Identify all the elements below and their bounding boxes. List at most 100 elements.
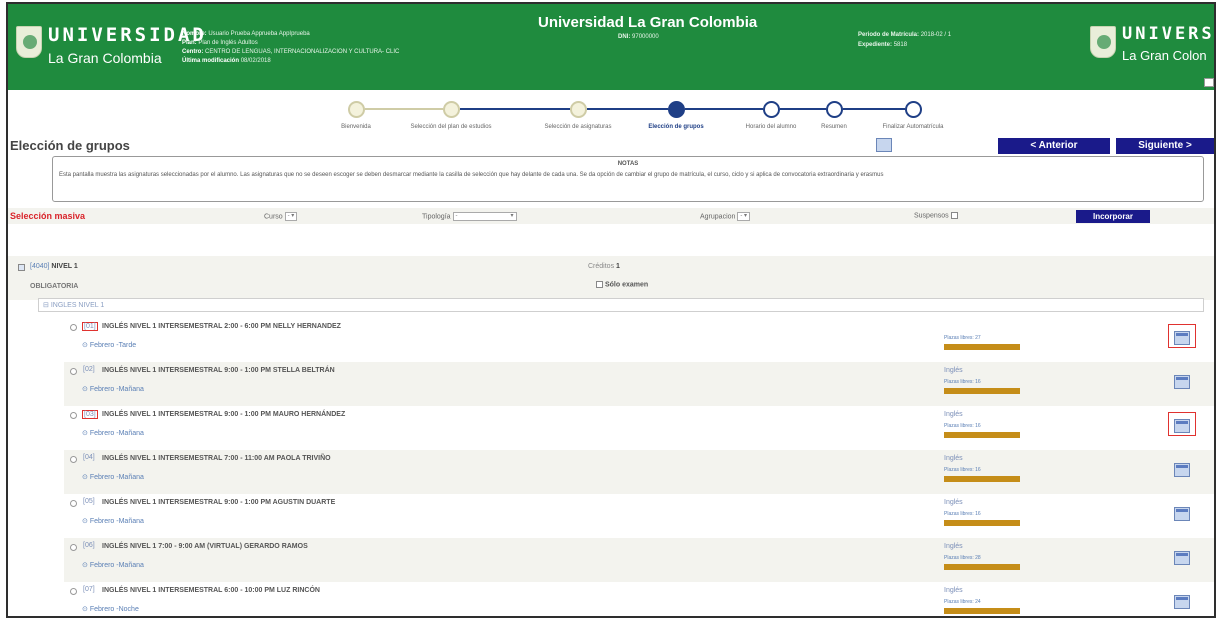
logo-subtitle-right: La Gran Colon <box>1122 48 1207 63</box>
curso-filter: Curso - ▾ <box>264 212 298 221</box>
calendar-icon[interactable] <box>876 138 892 152</box>
mass-selection-bar: Selección masiva Curso - ▾ Tipología - ▾… <box>8 208 1214 224</box>
group-term: ⊙ Febrero -Mañana <box>82 518 144 525</box>
schedule-calendar-icon[interactable] <box>1174 331 1190 345</box>
group-radio[interactable] <box>70 588 77 595</box>
group-name: INGLÉS NIVEL 1 INTERSEMESTRAL 6:00 - 10:… <box>102 587 320 594</box>
schedule-calendar-icon[interactable] <box>1174 463 1190 477</box>
group-language: Inglés <box>944 455 963 462</box>
logo-wordmark-right: UNIVERSID <box>1122 24 1215 44</box>
occupancy-bar <box>944 564 1020 570</box>
step-label[interactable]: Selección de asignaturas <box>544 124 611 130</box>
group-term: ⊙ Febrero -Mañana <box>82 474 144 481</box>
group-radio[interactable] <box>70 456 77 463</box>
tipologia-select[interactable]: - ▾ <box>452 212 517 221</box>
group-radio[interactable] <box>70 368 77 375</box>
step-connector <box>460 108 570 110</box>
schedule-calendar-icon[interactable] <box>1174 507 1190 521</box>
logout-icon[interactable] <box>1204 78 1214 87</box>
group-radio[interactable] <box>70 544 77 551</box>
group-list: [01] INGLÉS NIVEL 1 INTERSEMESTRAL 2:00 -… <box>64 318 1214 616</box>
group-radio[interactable] <box>70 324 77 331</box>
agrupacion-select[interactable]: - ▾ <box>737 212 751 221</box>
step-connector <box>780 108 826 110</box>
student-info: Nombre: Usuario Prueba Apprueba AppIprue… <box>182 31 400 64</box>
group-code: [05] <box>83 498 95 505</box>
group-free-places: Plazas libres: 24 <box>944 599 981 605</box>
group-free-places: Plazas libres: 16 <box>944 379 981 385</box>
step-marker[interactable] <box>668 101 685 118</box>
last-modified: 08/02/2018 <box>240 58 271 64</box>
crest-icon <box>16 26 42 58</box>
exam-only-checkbox[interactable] <box>596 281 603 288</box>
step-connector <box>365 108 443 110</box>
exam-only-option: Sólo examen <box>596 281 648 288</box>
notes-text: Esta pantalla muestra las asignaturas se… <box>59 172 884 178</box>
next-button[interactable]: Siguiente > <box>1116 138 1214 154</box>
step-marker[interactable] <box>905 101 922 118</box>
logo-subtitle: La Gran Colombia <box>48 50 162 66</box>
step-marker[interactable] <box>443 101 460 118</box>
enrollment-period: 2018-02 / 1 <box>920 32 952 38</box>
step-marker[interactable] <box>763 101 780 118</box>
group-row: [03] INGLÉS NIVEL 1 INTERSEMESTRAL 9:00 -… <box>64 406 1214 450</box>
group-code: [07] <box>83 586 95 593</box>
step-label[interactable]: Bienvenida <box>341 124 371 130</box>
group-free-places: Plazas libres: 16 <box>944 423 981 429</box>
subject-label: ⊟ INGLES NIVEL 1 <box>43 302 105 309</box>
group-language: Inglés <box>944 587 963 594</box>
level-type: OBLIGATORIA <box>30 283 79 290</box>
student-plan: Plan de Inglés Adultos <box>198 40 258 46</box>
group-name: INGLÉS NIVEL 1 7:00 - 9:00 AM (VIRTUAL) … <box>102 543 308 550</box>
step-marker[interactable] <box>570 101 587 118</box>
incorporar-button[interactable]: Incorporar <box>1076 210 1150 223</box>
step-marker[interactable] <box>348 101 365 118</box>
tipologia-filter: Tipología - ▾ <box>422 212 517 221</box>
step-label[interactable]: Resumen <box>821 124 847 130</box>
step-connector <box>587 108 668 110</box>
group-term: ⊙ Febrero -Mañana <box>82 386 144 393</box>
subject-header: ⊟ INGLES NIVEL 1 <box>38 298 1204 312</box>
app-frame: UNIVERSIDAD La Gran Colombia Nombre: Usu… <box>6 2 1216 618</box>
step-label[interactable]: Finalizar Automatrícula <box>882 124 943 130</box>
group-code: [03] <box>82 410 98 419</box>
header: UNIVERSIDAD La Gran Colombia Nombre: Usu… <box>8 4 1214 90</box>
group-free-places: Plazas libres: 16 <box>944 511 981 517</box>
step-marker[interactable] <box>826 101 843 118</box>
group-term: ⊙ Febrero -Noche <box>82 606 139 613</box>
group-code: [04] <box>83 454 95 461</box>
group-free-places: Plazas libres: 27 <box>944 335 981 341</box>
level-checkbox[interactable] <box>18 264 25 271</box>
group-language: Inglés <box>944 543 963 550</box>
mass-selection-label: Selección masiva <box>10 211 86 221</box>
wizard-steps: Bienvenida Selección del plan de estudios… <box>308 98 968 138</box>
group-radio[interactable] <box>70 412 77 419</box>
step-label[interactable]: Elección de grupos <box>648 124 703 130</box>
schedule-calendar-icon[interactable] <box>1174 595 1190 609</box>
enrollment-info: Periodo de Matrícula: 2018-02 / 1 Expedi… <box>858 32 952 48</box>
crest-icon <box>1090 26 1116 58</box>
group-radio[interactable] <box>70 500 77 507</box>
group-term: ⊙ Febrero -Mañana <box>82 562 144 569</box>
occupancy-bar <box>944 608 1020 614</box>
group-language: Inglés <box>944 411 963 418</box>
occupancy-bar <box>944 476 1020 482</box>
step-label[interactable]: Horario del alumno <box>746 124 797 130</box>
level-title: [4040] NIVEL 1 <box>30 263 78 270</box>
schedule-calendar-icon[interactable] <box>1174 551 1190 565</box>
level-block: [4040] NIVEL 1 Créditos 1 OBLIGATORIA Só… <box>8 256 1214 300</box>
step-label[interactable]: Selección del plan de estudios <box>410 124 491 130</box>
curso-select[interactable]: - ▾ <box>284 212 298 221</box>
group-language: Inglés <box>944 499 963 506</box>
group-name: INGLÉS NIVEL 1 INTERSEMESTRAL 9:00 - 1:0… <box>102 411 346 418</box>
schedule-calendar-icon[interactable] <box>1174 375 1190 389</box>
occupancy-bar <box>944 344 1020 350</box>
group-name: INGLÉS NIVEL 1 INTERSEMESTRAL 9:00 - 1:0… <box>102 499 336 506</box>
suspensos-checkbox[interactable] <box>950 212 958 219</box>
group-row: [05] INGLÉS NIVEL 1 INTERSEMESTRAL 9:00 -… <box>64 494 1214 538</box>
dni: DNI: 97000000 <box>618 34 659 40</box>
group-code: [01] <box>82 322 98 331</box>
group-row: [01] INGLÉS NIVEL 1 INTERSEMESTRAL 2:00 -… <box>64 318 1214 362</box>
schedule-calendar-icon[interactable] <box>1174 419 1190 433</box>
previous-button[interactable]: < Anterior <box>998 138 1110 154</box>
